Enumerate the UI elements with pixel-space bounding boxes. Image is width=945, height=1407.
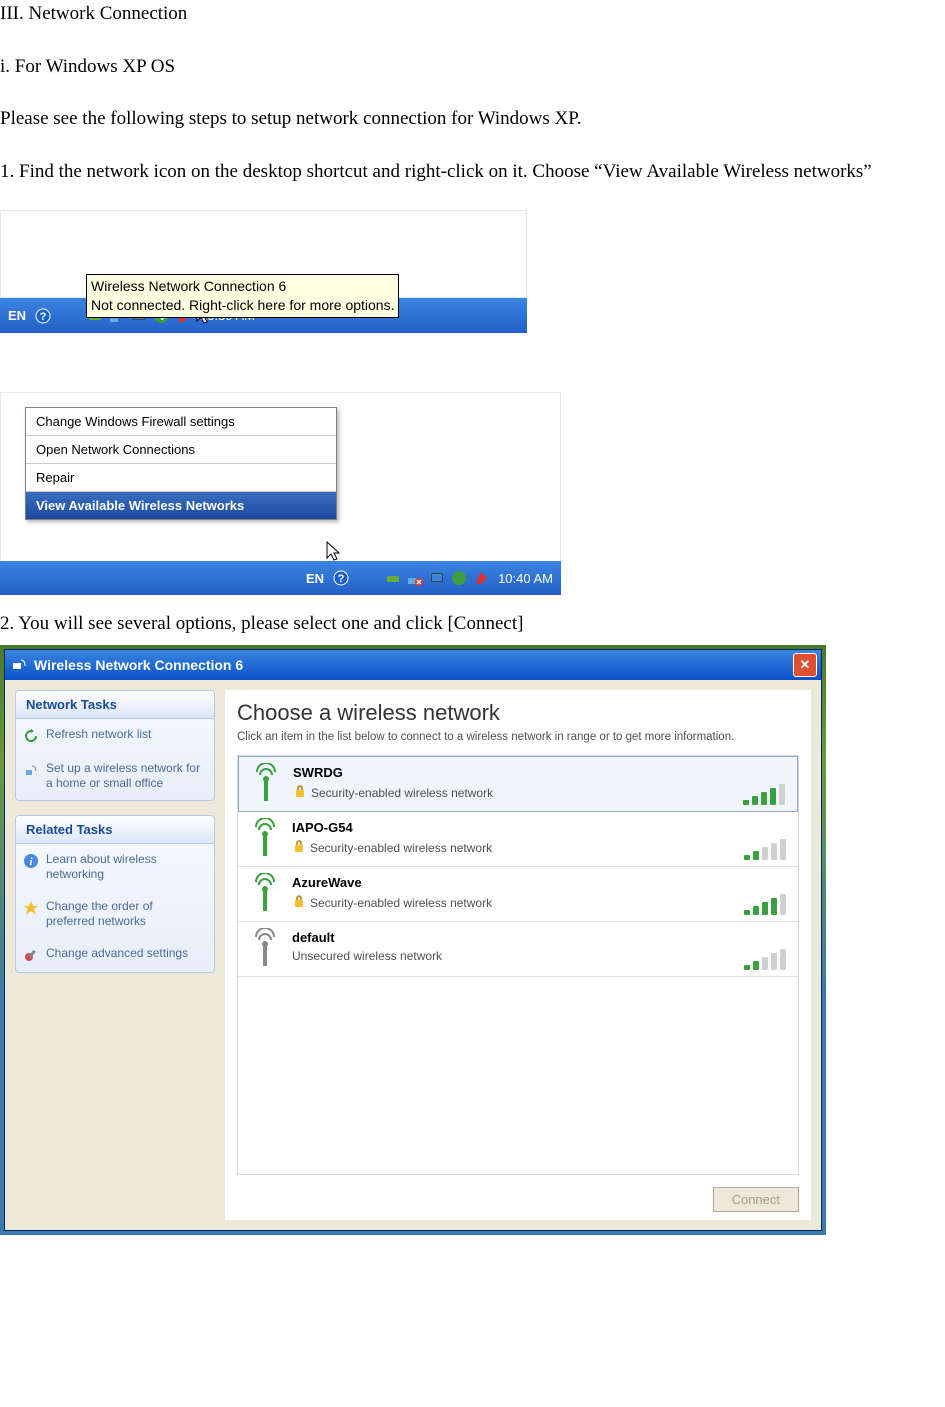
network-security: Unsecured wireless network: [292, 949, 728, 963]
antenna-icon: [248, 873, 282, 915]
link-learn-wireless[interactable]: i Learn about wireless networking: [16, 844, 214, 891]
signal-strength-icon: [738, 818, 788, 860]
help-icon[interactable]: ?: [331, 568, 351, 588]
antenna-icon: [248, 928, 282, 970]
sidebar-header-network-tasks: Network Tasks: [16, 691, 214, 719]
wireless-window-icon: [9, 655, 29, 675]
network-security: Security-enabled wireless network: [293, 784, 727, 801]
link-refresh-network[interactable]: Refresh network list: [16, 719, 214, 753]
safely-remove-icon[interactable]: [383, 568, 403, 588]
svg-text:?: ?: [338, 573, 345, 585]
wireless-disconnected-icon[interactable]: [405, 568, 425, 588]
language-indicator[interactable]: EN: [8, 308, 26, 323]
menu-item-repair[interactable]: Repair: [26, 464, 336, 492]
sync-icon[interactable]: [449, 568, 469, 588]
refresh-icon: [22, 727, 40, 745]
close-button[interactable]: ✕: [793, 653, 817, 677]
main-heading: Choose a wireless network: [225, 690, 811, 730]
link-advanced-settings[interactable]: Change advanced settings: [16, 938, 214, 972]
screenshot-wireless-dialog: Wireless Network Connection 6 ✕ Network …: [0, 645, 826, 1235]
menu-item-firewall[interactable]: Change Windows Firewall settings: [26, 408, 336, 436]
signal-strength-icon: [737, 763, 787, 805]
language-indicator[interactable]: EN: [306, 571, 324, 586]
network-security: Security-enabled wireless network: [292, 839, 728, 856]
network-item[interactable]: SWRDG Security-enabled wireless network: [238, 756, 798, 812]
connect-button[interactable]: Connect: [713, 1187, 799, 1212]
main-subtext: Click an item in the list below to conne…: [225, 730, 811, 756]
lock-icon: [293, 784, 307, 801]
lock-icon: [292, 839, 306, 856]
network-name: IAPO-G54: [292, 820, 728, 835]
settings-icon: [22, 946, 40, 964]
clock[interactable]: 10:40 AM: [498, 571, 553, 586]
network-name: AzureWave: [292, 875, 728, 890]
network-item[interactable]: IAPO-G54 Security-enabled wireless networ…: [238, 812, 798, 867]
titlebar[interactable]: Wireless Network Connection 6 ✕: [5, 650, 821, 680]
main-panel: Choose a wireless network Click an item …: [225, 690, 811, 1220]
sidebar-header-related-tasks: Related Tasks: [16, 816, 214, 844]
step-1-text: 1. Find the network icon on the desktop …: [0, 158, 945, 187]
screenshot-context-menu: Change Windows Firewall settings Open Ne…: [0, 392, 561, 595]
wireless-dialog-window: Wireless Network Connection 6 ✕ Network …: [4, 649, 822, 1231]
info-icon: i: [22, 852, 40, 870]
network-name: SWRDG: [293, 765, 727, 780]
intro-text: Please see the following steps to setup …: [0, 105, 945, 134]
menu-item-open-connections[interactable]: Open Network Connections: [26, 436, 336, 464]
screenshot-tray-tooltip: Wireless Network Connection 6 Not connec…: [0, 210, 527, 372]
section-heading: III. Network Connection: [0, 0, 945, 29]
wireless-setup-icon: [22, 761, 40, 779]
network-security: Security-enabled wireless network: [292, 894, 728, 911]
antenna-icon: [249, 763, 283, 805]
lock-icon: [292, 894, 306, 911]
menu-item-view-networks[interactable]: View Available Wireless Networks: [26, 492, 336, 519]
taskbar: EN ? 10:40 AM: [0, 561, 561, 595]
antenna-icon: [248, 818, 282, 860]
window-title: Wireless Network Connection 6: [34, 657, 243, 673]
step-2-text: 2. You will see several options, please …: [0, 610, 945, 639]
signal-strength-icon: [738, 928, 788, 970]
sidebar-group-network-tasks: Network Tasks Refresh network list Set u…: [15, 690, 215, 801]
svg-text:?: ?: [40, 311, 47, 323]
network-item[interactable]: default Unsecured wireless network: [238, 922, 798, 977]
network-list: SWRDGSecurity-enabled wireless networkIA…: [237, 755, 799, 1174]
sidebar: Network Tasks Refresh network list Set u…: [15, 690, 215, 1220]
help-icon[interactable]: ?: [33, 306, 53, 326]
display-icon[interactable]: [427, 568, 447, 588]
network-item[interactable]: AzureWave Security-enabled wireless netwo…: [238, 867, 798, 922]
subsection-heading: i. For Windows XP OS: [0, 53, 945, 82]
link-setup-network[interactable]: Set up a wireless network for a home or …: [16, 753, 214, 800]
antivirus-icon[interactable]: [471, 568, 491, 588]
signal-strength-icon: [738, 873, 788, 915]
context-menu: Change Windows Firewall settings Open Ne…: [25, 407, 337, 520]
tray-tooltip: Wireless Network Connection 6 Not connec…: [86, 274, 399, 318]
network-name: default: [292, 930, 728, 945]
cursor-icon: [325, 540, 343, 570]
star-icon: [22, 899, 40, 917]
sidebar-group-related-tasks: Related Tasks i Learn about wireless net…: [15, 815, 215, 973]
link-change-order[interactable]: Change the order of preferred networks: [16, 891, 214, 938]
